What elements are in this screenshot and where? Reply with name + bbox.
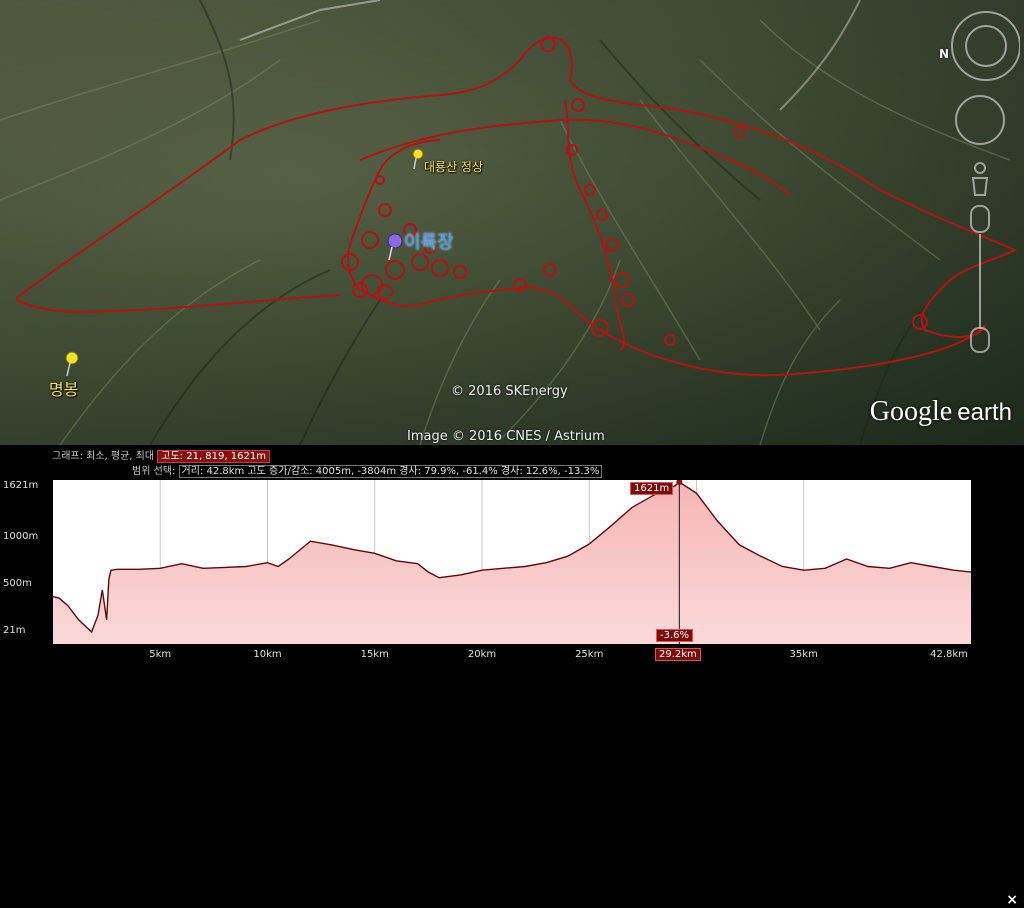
elevation-chart-svg[interactable] — [52, 479, 972, 644]
zoom-slider — [970, 205, 990, 353]
marker-distance-label: 29.2km — [655, 648, 701, 661]
x-tick-label: 15km — [360, 649, 389, 660]
x-tick-label: 20km — [467, 649, 497, 660]
range-stats-label: 범위 선택: — [132, 466, 176, 477]
move-joystick — [955, 95, 1005, 145]
x-tick-label: 25km — [575, 649, 604, 660]
map-view[interactable]: 대룡산 정상 이륙장 명봉 © 2016 SKEnergy Image © 20… — [0, 0, 1024, 445]
marker-elevation-label: 1621m — [630, 482, 674, 495]
yellow-pushpin-icon[interactable] — [411, 148, 425, 170]
placemark-label-summit[interactable]: 대룡산 정상 — [424, 158, 483, 175]
x-tick-label: 35km — [789, 649, 818, 660]
google-earth-logo: Google earth — [869, 396, 1012, 427]
range-stats-row: 범위 선택: 거리: 42.8km 고도 증가/감소: 4005m, -3804… — [132, 462, 603, 478]
graph-stats-row: 그래프: 최소, 평균, 최대 고도: 21, 819, 1621m — [52, 447, 270, 463]
elevation-area — [53, 482, 971, 644]
placemark-label-myeongbong[interactable]: 명봉 — [49, 376, 78, 400]
marker-slope-label: -3.6% — [656, 629, 694, 642]
placemark-label-takeoff[interactable]: 이륙장 — [404, 228, 454, 254]
look-joystick — [951, 11, 1020, 81]
y-tick-label: 1621m — [3, 480, 39, 491]
x-tick-label: 10km — [253, 649, 282, 660]
imagery-credit: Image © 2016 CNES / Astrium — [407, 429, 605, 444]
yellow-pushpin-icon[interactable] — [64, 351, 80, 377]
close-icon[interactable]: × — [1006, 892, 1018, 908]
y-tick-label: 1000m — [3, 531, 39, 542]
x-tick-label: 42.8km — [930, 649, 968, 660]
copyright-text: © 2016 SKEnergy — [451, 384, 568, 399]
elevation-chart[interactable] — [52, 479, 972, 644]
terrain-imagery — [0, 0, 1024, 445]
north-indicator[interactable]: N — [939, 47, 949, 61]
graph-stats-label: 그래프: 최소, 평균, 최대 — [52, 451, 155, 462]
purple-pushpin-icon[interactable] — [385, 233, 403, 261]
x-tick-label: 5km — [149, 649, 172, 660]
y-tick-label: 21m — [3, 625, 26, 636]
navigation-controls[interactable] — [940, 10, 1020, 360]
y-tick-label: 500m — [3, 578, 32, 589]
street-view-person-icon — [971, 162, 989, 196]
range-stats-values[interactable]: 거리: 42.8km 고도 증가/감소: 4005m, -3804m 경사: 7… — [178, 465, 603, 478]
